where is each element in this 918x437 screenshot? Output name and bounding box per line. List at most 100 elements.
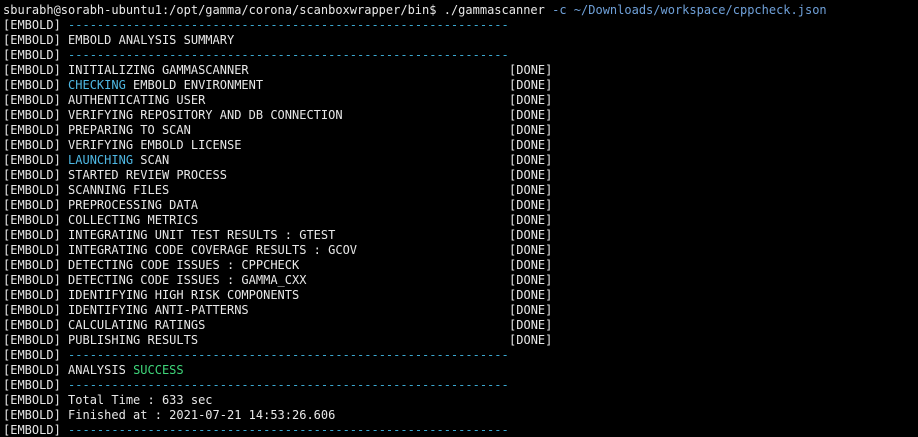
step-row: [EMBOLD] CHECKING EMBOLD ENVIRONMENT [DON… <box>3 78 918 93</box>
step-row: [EMBOLD] VERIFYING REPOSITORY AND DB CON… <box>3 108 918 123</box>
step-row: [EMBOLD] PREPROCESSING DATA [DONE] <box>3 198 918 213</box>
step-text: IDENTIFYING ANTI-PATTERNS <box>68 303 249 317</box>
step-message: DETECTING CODE ISSUES : GAMMA_CXX <box>68 273 509 288</box>
step-message: PREPROCESSING DATA <box>68 198 509 213</box>
embold-tag: [EMBOLD] <box>3 123 61 137</box>
embold-tag: [EMBOLD] <box>3 333 61 347</box>
step-status: [DONE] <box>509 78 553 92</box>
separator-line: [EMBOLD] -------------------------------… <box>3 423 918 437</box>
separator-line: [EMBOLD] -------------------------------… <box>3 378 918 393</box>
step-message: INTEGRATING UNIT TEST RESULTS : GTEST <box>68 228 509 243</box>
separator-line: [EMBOLD] -------------------------------… <box>3 18 918 33</box>
step-status: [DONE] <box>509 153 553 167</box>
prompt-command: ./gammascanner <box>443 3 545 17</box>
prompt-user-host: sburabh@sorabh-ubuntu1:/opt/gamma/corona… <box>3 3 437 17</box>
step-text: EMBOLD ENVIRONMENT <box>125 78 264 92</box>
step-highlight: CHECKING <box>68 78 126 92</box>
step-text: PUBLISHING RESULTS <box>68 333 199 347</box>
step-message: PUBLISHING RESULTS <box>68 333 509 348</box>
step-row: [EMBOLD] PREPARING TO SCAN [DONE] <box>3 123 918 138</box>
step-message: IDENTIFYING ANTI-PATTERNS <box>68 303 509 318</box>
step-text: IDENTIFYING HIGH RISK COMPONENTS <box>68 288 300 302</box>
separator-dashes: ----------------------------------------… <box>68 18 509 32</box>
step-message: COLLECTING METRICS <box>68 213 509 228</box>
step-row: [EMBOLD] DETECTING CODE ISSUES : CPPCHEC… <box>3 258 918 273</box>
terminal-window[interactable]: sburabh@sorabh-ubuntu1:/opt/gamma/corona… <box>0 0 918 437</box>
embold-tag: [EMBOLD] <box>3 258 61 272</box>
step-text: CALCULATING RATINGS <box>68 318 206 332</box>
step-status: [DONE] <box>509 183 553 197</box>
embold-tag: [EMBOLD] <box>3 108 61 122</box>
step-text: INITIALIZING GAMMASCANNER <box>68 63 249 77</box>
step-message: INTEGRATING CODE COVERAGE RESULTS : GCOV <box>68 243 509 258</box>
step-status: [DONE] <box>509 138 553 152</box>
step-message: CALCULATING RATINGS <box>68 318 509 333</box>
step-text: VERIFYING REPOSITORY AND DB CONNECTION <box>68 108 343 122</box>
step-text: VERIFYING EMBOLD LICENSE <box>68 138 242 152</box>
step-row: [EMBOLD] INTEGRATING UNIT TEST RESULTS :… <box>3 228 918 243</box>
separator-line: [EMBOLD] -------------------------------… <box>3 48 918 63</box>
finished-at-line: [EMBOLD] Finished at : 2021-07-21 14:53:… <box>3 408 918 423</box>
embold-tag: [EMBOLD] <box>3 228 61 242</box>
summary-title-line: [EMBOLD] EMBOLD ANALYSIS SUMMARY <box>3 33 918 48</box>
command-prompt-line: sburabh@sorabh-ubuntu1:/opt/gamma/corona… <box>3 3 918 18</box>
step-message: VERIFYING EMBOLD LICENSE <box>68 138 509 153</box>
total-time: Total Time : 633 sec <box>68 393 213 407</box>
step-status: [DONE] <box>509 168 553 182</box>
embold-tag: [EMBOLD] <box>3 408 61 422</box>
step-row: [EMBOLD] LAUNCHING SCAN [DONE] <box>3 153 918 168</box>
step-status: [DONE] <box>509 198 553 212</box>
embold-tag: [EMBOLD] <box>3 63 61 77</box>
step-text: DETECTING CODE ISSUES : CPPCHECK <box>68 258 300 272</box>
embold-tag: [EMBOLD] <box>3 93 61 107</box>
step-row: [EMBOLD] INTEGRATING CODE COVERAGE RESUL… <box>3 243 918 258</box>
step-row: [EMBOLD] IDENTIFYING ANTI-PATTERNS [DONE] <box>3 303 918 318</box>
step-row: [EMBOLD] STARTED REVIEW PROCESS [DONE] <box>3 168 918 183</box>
embold-tag: [EMBOLD] <box>3 138 61 152</box>
embold-tag: [EMBOLD] <box>3 363 61 377</box>
step-status: [DONE] <box>509 333 553 347</box>
embold-tag: [EMBOLD] <box>3 198 61 212</box>
step-highlight: LAUNCHING <box>68 153 134 167</box>
step-status: [DONE] <box>509 288 553 302</box>
embold-tag: [EMBOLD] <box>3 18 61 32</box>
step-row: [EMBOLD] DETECTING CODE ISSUES : GAMMA_C… <box>3 273 918 288</box>
step-text: COLLECTING METRICS <box>68 213 199 227</box>
step-list: [EMBOLD] INITIALIZING GAMMASCANNER [DONE]… <box>3 63 918 348</box>
step-message: AUTHENTICATING USER <box>68 93 509 108</box>
summary-title: EMBOLD ANALYSIS SUMMARY <box>68 33 235 47</box>
analysis-label: ANALYSIS <box>68 363 126 377</box>
separator-dashes: ----------------------------------------… <box>68 378 509 392</box>
step-status: [DONE] <box>509 243 553 257</box>
embold-tag: [EMBOLD] <box>3 393 61 407</box>
total-time-line: [EMBOLD] Total Time : 633 sec <box>3 393 918 408</box>
step-row: [EMBOLD] AUTHENTICATING USER [DONE] <box>3 93 918 108</box>
step-row: [EMBOLD] CALCULATING RATINGS [DONE] <box>3 318 918 333</box>
embold-tag: [EMBOLD] <box>3 348 61 362</box>
step-message: INITIALIZING GAMMASCANNER <box>68 63 509 78</box>
separator-dashes: ----------------------------------------… <box>68 423 509 437</box>
step-row: [EMBOLD] PUBLISHING RESULTS [DONE] <box>3 333 918 348</box>
embold-tag: [EMBOLD] <box>3 78 61 92</box>
step-message: LAUNCHING SCAN <box>68 153 509 168</box>
step-message: SCANNING FILES <box>68 183 509 198</box>
step-status: [DONE] <box>509 273 553 287</box>
step-row: [EMBOLD] COLLECTING METRICS [DONE] <box>3 213 918 228</box>
step-row: [EMBOLD] SCANNING FILES [DONE] <box>3 183 918 198</box>
embold-tag: [EMBOLD] <box>3 318 61 332</box>
step-text: AUTHENTICATING USER <box>68 93 206 107</box>
step-text: INTEGRATING CODE COVERAGE RESULTS : GCOV <box>68 243 358 257</box>
step-status: [DONE] <box>509 93 553 107</box>
prompt-path: ~/Downloads/workspace/cppcheck.json <box>573 3 827 17</box>
step-text: INTEGRATING UNIT TEST RESULTS : GTEST <box>68 228 336 242</box>
step-status: [DONE] <box>509 318 553 332</box>
step-message: STARTED REVIEW PROCESS <box>68 168 509 183</box>
separator-dashes: ----------------------------------------… <box>68 348 509 362</box>
analysis-result-line: [EMBOLD] ANALYSIS SUCCESS <box>3 363 918 378</box>
step-status: [DONE] <box>509 123 553 137</box>
separator-dashes: ----------------------------------------… <box>68 48 509 62</box>
embold-tag: [EMBOLD] <box>3 48 61 62</box>
embold-tag: [EMBOLD] <box>3 168 61 182</box>
step-row: [EMBOLD] IDENTIFYING HIGH RISK COMPONENT… <box>3 288 918 303</box>
embold-tag: [EMBOLD] <box>3 33 61 47</box>
